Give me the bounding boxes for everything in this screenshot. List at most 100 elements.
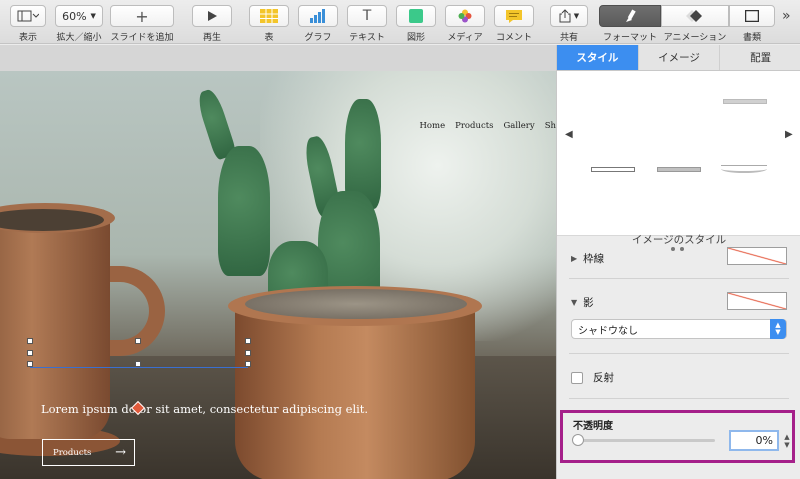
tab-style[interactable]: スタイル bbox=[557, 45, 639, 70]
media-label: メディア bbox=[447, 33, 483, 43]
tab-image[interactable]: イメージ bbox=[639, 45, 721, 70]
chevron-down-icon: ▼ bbox=[573, 12, 580, 20]
chevron-updown-icon: ▲ ▼ bbox=[770, 319, 786, 339]
arrow-right-icon: → bbox=[115, 445, 126, 460]
add-slide-tool[interactable]: + スライドを追加 bbox=[110, 5, 174, 43]
more-tools[interactable]: » bbox=[782, 8, 791, 24]
share-tool[interactable]: ▼ 共有 bbox=[550, 5, 588, 43]
comment-tool[interactable]: コメント bbox=[494, 5, 534, 43]
toolbar: 表示 60% ▼ 拡大／縮小 + スライドを追加 再生 表 グラフ T テキスト… bbox=[0, 0, 800, 44]
chart-label: グラフ bbox=[304, 33, 332, 43]
border-color-swatch[interactable] bbox=[727, 247, 787, 265]
shadow-section[interactable]: ▼ 影 bbox=[571, 295, 594, 310]
bar-chart-icon bbox=[310, 9, 325, 23]
chevron-left-icon[interactable]: ◀ bbox=[565, 129, 573, 140]
selection-handle[interactable] bbox=[27, 350, 33, 356]
chevron-right-icon[interactable]: ▶ bbox=[785, 129, 793, 140]
text-button[interactable]: T bbox=[347, 5, 387, 27]
sidebar-icon bbox=[17, 10, 39, 22]
image-style-preset[interactable] bbox=[723, 99, 767, 104]
zoom-select[interactable]: 60% ▼ bbox=[55, 5, 103, 27]
shadow-color-swatch[interactable] bbox=[727, 292, 787, 310]
text-label: テキスト bbox=[349, 33, 385, 43]
page-dots[interactable] bbox=[671, 247, 684, 251]
selection-handle[interactable] bbox=[27, 361, 33, 367]
document-icon bbox=[745, 10, 759, 22]
slide-navigation: Home Products Gallery Sh bbox=[420, 121, 557, 131]
add-slide-button[interactable]: + bbox=[110, 5, 174, 27]
chart-tool[interactable]: グラフ bbox=[298, 5, 338, 43]
selection-handle[interactable] bbox=[27, 338, 33, 344]
zoom-tool[interactable]: 60% ▼ 拡大／縮小 bbox=[55, 5, 103, 43]
text-tool[interactable]: T テキスト bbox=[347, 5, 387, 43]
media-button[interactable] bbox=[445, 5, 485, 27]
opacity-slider-knob[interactable] bbox=[572, 434, 584, 446]
selection-guide bbox=[30, 367, 248, 368]
table-button[interactable] bbox=[249, 5, 289, 27]
format-inspector: スタイル イメージ 配置 ◀ ▶ イメージのスタイル ▶ 枠線 ▼ 影 シャドウ… bbox=[556, 45, 800, 479]
selection-handle[interactable] bbox=[245, 361, 251, 367]
media-tool[interactable]: メディア bbox=[445, 5, 485, 43]
text-icon: T bbox=[362, 8, 372, 24]
tab-arrange[interactable]: 配置 bbox=[720, 45, 800, 70]
shadow-select[interactable]: シャドウなし ▲ ▼ bbox=[571, 319, 787, 339]
border-section[interactable]: ▶ 枠線 bbox=[571, 251, 604, 266]
image-style-preset[interactable] bbox=[721, 165, 767, 173]
image-styles-panel: ◀ ▶ イメージのスタイル bbox=[557, 71, 800, 251]
table-label: 表 bbox=[264, 33, 274, 43]
inspector-segmented bbox=[599, 5, 775, 27]
view-tool[interactable]: 表示 bbox=[10, 5, 46, 43]
image-styles-label: イメージのスタイル bbox=[631, 234, 727, 246]
chart-button[interactable] bbox=[298, 5, 338, 27]
shadow-select-value: シャドウなし bbox=[578, 325, 638, 337]
disclosure-down-icon[interactable]: ▼ bbox=[571, 298, 577, 307]
comment-button[interactable] bbox=[494, 5, 534, 27]
slide-products-button[interactable]: Products → bbox=[42, 439, 135, 466]
shape-icon bbox=[409, 9, 423, 23]
slide[interactable]: Home Products Gallery Sh Lorem ipsum dol… bbox=[0, 71, 556, 479]
view-button[interactable] bbox=[10, 5, 46, 27]
view-label: 表示 bbox=[18, 33, 37, 43]
opacity-input[interactable]: 0% bbox=[729, 430, 779, 451]
nav-products: Products bbox=[455, 121, 494, 131]
document-button[interactable] bbox=[729, 5, 775, 27]
image-style-preset[interactable] bbox=[657, 167, 701, 172]
slide-canvas[interactable]: Home Products Gallery Sh Lorem ipsum dol… bbox=[0, 45, 556, 479]
selection-handle[interactable] bbox=[245, 350, 251, 356]
shape-label: 図形 bbox=[406, 33, 425, 43]
shape-tool[interactable]: 図形 bbox=[396, 5, 436, 43]
double-chevron-icon[interactable]: » bbox=[782, 8, 791, 24]
image-style-preset[interactable] bbox=[591, 167, 635, 172]
divider bbox=[569, 278, 789, 279]
opacity-stepper[interactable]: ▲ ▼ bbox=[782, 430, 792, 451]
play-tool[interactable]: 再生 bbox=[192, 5, 232, 43]
selection-handle[interactable] bbox=[135, 338, 141, 344]
format-button[interactable] bbox=[599, 5, 661, 27]
nav-shop: Sh bbox=[544, 121, 556, 131]
document-label: 書類 bbox=[742, 33, 761, 43]
chevron-down-icon: ▼ bbox=[90, 12, 96, 20]
selection-handle[interactable] bbox=[245, 338, 251, 344]
comment-icon bbox=[506, 9, 522, 23]
animate-button[interactable] bbox=[661, 5, 729, 27]
table-tool[interactable]: 表 bbox=[249, 5, 289, 43]
play-icon bbox=[208, 11, 217, 21]
selection-handle[interactable] bbox=[135, 361, 141, 367]
play-button[interactable] bbox=[192, 5, 232, 27]
zoom-value: 60% bbox=[62, 9, 87, 23]
comment-label: コメント bbox=[495, 33, 532, 43]
table-icon bbox=[260, 9, 278, 23]
reflection-checkbox[interactable] bbox=[571, 371, 583, 384]
share-icon bbox=[559, 9, 571, 23]
opacity-section: 不透明度 0% ▲ ▼ bbox=[560, 410, 795, 463]
slide-body-text[interactable]: Lorem ipsum dolor sit amet, consectetur … bbox=[41, 402, 368, 416]
share-button[interactable]: ▼ bbox=[550, 5, 588, 27]
play-label: 再生 bbox=[202, 33, 221, 43]
reflection-section[interactable]: 反射 bbox=[571, 370, 614, 385]
inspector-tabs: スタイル イメージ 配置 bbox=[557, 45, 800, 71]
paintbrush-icon bbox=[626, 9, 636, 22]
products-button-label: Products bbox=[53, 447, 92, 458]
disclosure-right-icon[interactable]: ▶ bbox=[571, 254, 577, 263]
shape-button[interactable] bbox=[396, 5, 436, 27]
opacity-slider-track[interactable] bbox=[575, 439, 715, 442]
